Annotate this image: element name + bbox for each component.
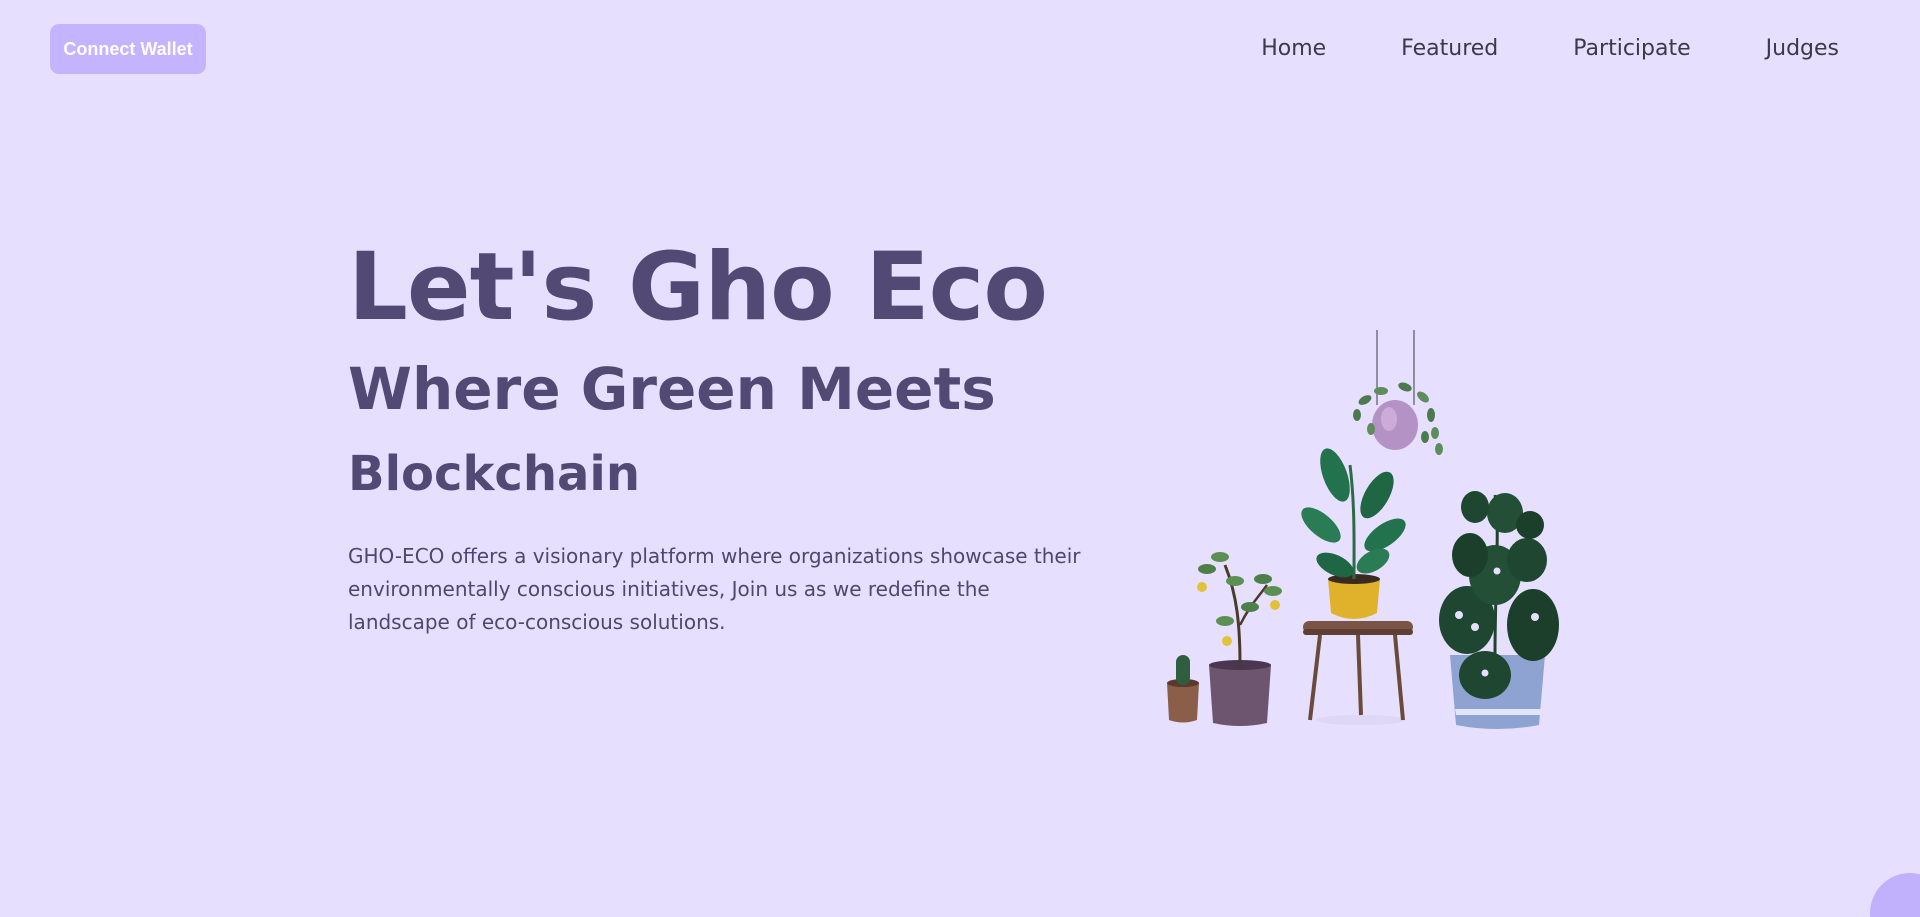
plants-illustration <box>1155 325 1575 735</box>
hanging-plant-icon <box>1353 330 1443 455</box>
nav-home-link[interactable]: Home <box>1261 34 1326 64</box>
nav-participate-link[interactable]: Participate <box>1573 34 1690 64</box>
corner-decoration <box>1870 873 1920 917</box>
nav-judges-link[interactable]: Judges <box>1766 34 1839 64</box>
monstera-plant-icon <box>1439 491 1559 729</box>
hero-description: GHO-ECO offers a visionary platform wher… <box>348 544 1081 634</box>
main-nav: Home Featured Participate Judges <box>1261 34 1839 64</box>
nav-featured-link[interactable]: Featured <box>1401 34 1498 64</box>
stool-plant-icon <box>1301 448 1413 725</box>
hero-subtitle-line2: Blockchain <box>348 446 641 502</box>
hero-title: Let's Gho Eco <box>348 233 1048 342</box>
lemon-tree-icon <box>1197 552 1282 726</box>
hero-subtitle-line1: Where Green Meets <box>348 355 996 423</box>
connect-wallet-button[interactable]: Connect Wallet <box>50 24 206 74</box>
landing-page: Connect Wallet Home Featured Participate… <box>0 0 1920 917</box>
cactus-icon <box>1167 655 1199 723</box>
hero-section: Let's Gho Eco Where Green Meets Blockcha… <box>348 228 1108 639</box>
